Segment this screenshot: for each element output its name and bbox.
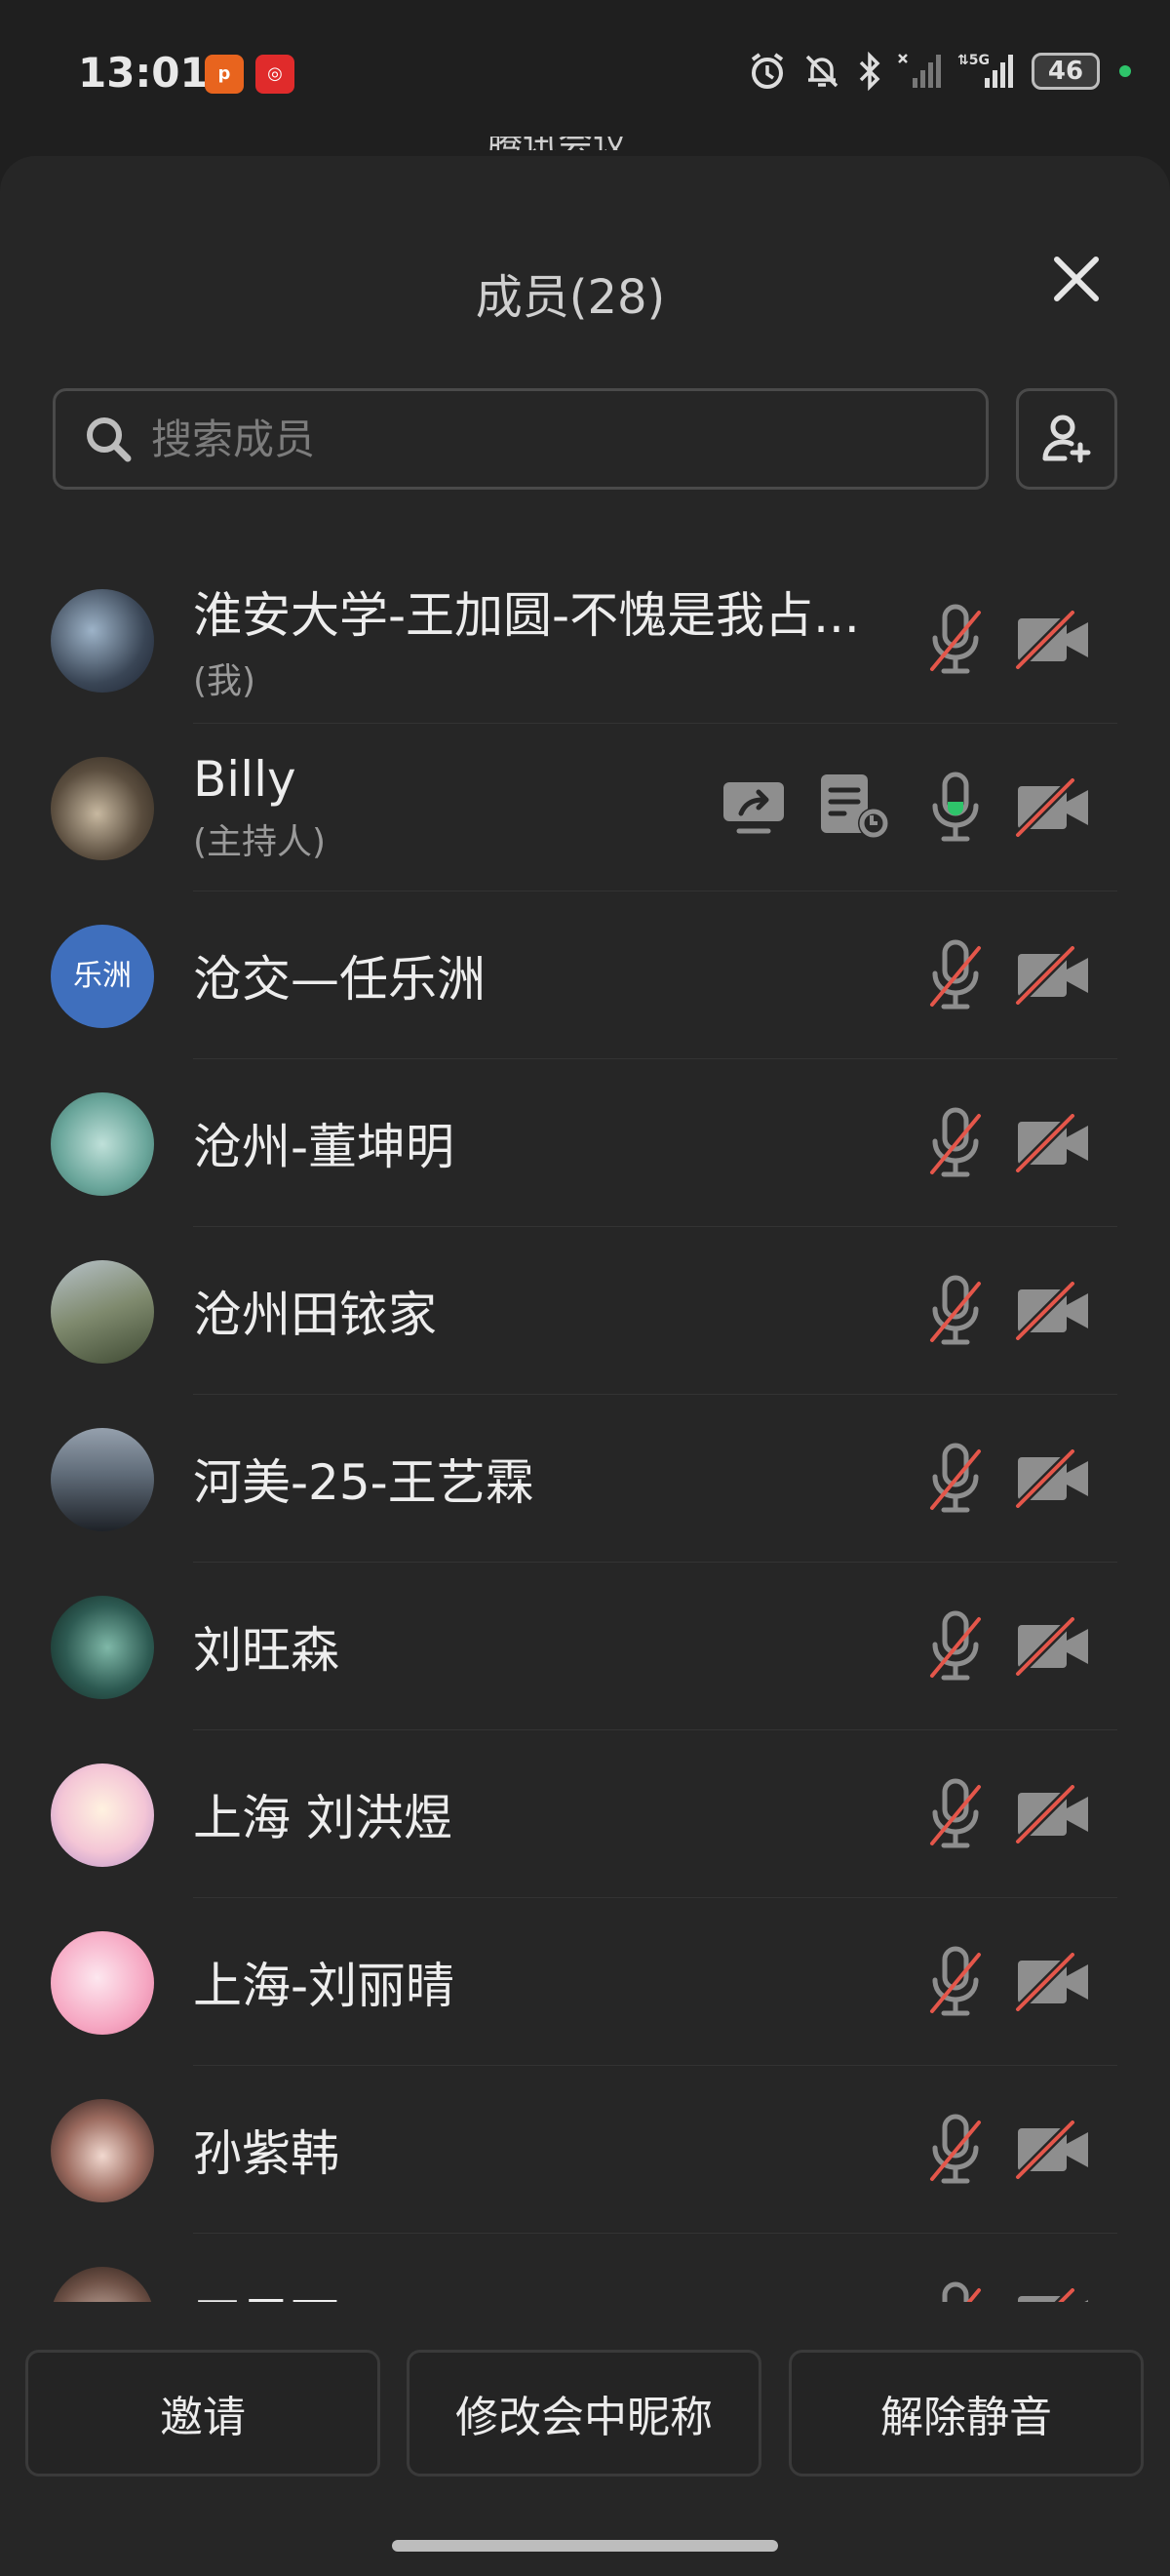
microphone-muted-icon[interactable] — [926, 2111, 985, 2189]
microphone-muted-icon[interactable] — [926, 1943, 985, 2021]
member-name: 王思雨 — [193, 2282, 339, 2302]
avatar — [51, 757, 154, 860]
signal-x-icon — [898, 54, 941, 88]
members-sheet: 成员(28) 淮安大学-王加圆-不愧是我占...(我)Billy(主持人)乐洲沧… — [0, 156, 1170, 2576]
member-row[interactable]: 上海 刘洪煜 — [0, 1730, 1170, 1898]
bell-off-icon — [805, 55, 838, 88]
member-name: 上海 刘洪煜 — [193, 1790, 452, 1846]
bluetooth-icon — [859, 51, 880, 92]
member-name: Billy — [193, 751, 296, 808]
microphone-muted-icon[interactable] — [926, 1440, 985, 1518]
member-name: 淮安大学-王加圆-不愧是我占... — [193, 587, 860, 644]
member-row[interactable]: 沧州-董坤明 — [0, 1059, 1170, 1227]
avatar — [51, 1428, 154, 1531]
microphone-muted-icon[interactable] — [926, 2279, 985, 2302]
member-name: 沧州田铱家 — [193, 1287, 437, 1343]
pdd-app-icon: p — [205, 55, 244, 94]
add-user-icon — [1042, 415, 1091, 463]
member-name-block: 淮安大学-王加圆-不愧是我占... (我) — [193, 556, 860, 724]
member-row[interactable]: 沧州田铱家 — [0, 1227, 1170, 1395]
background-app-title: 腾讯会议 — [488, 137, 682, 150]
member-row[interactable]: 乐洲 沧交—任乐洲 — [0, 892, 1170, 1059]
microphone-muted-icon[interactable] — [926, 936, 985, 1014]
member-row[interactable]: 王思雨 — [0, 2234, 1170, 2302]
status-icons: ⇅5G 46 — [747, 47, 1131, 96]
netease-music-icon: ◎ — [255, 55, 294, 94]
privacy-indicator-dot — [1119, 65, 1131, 77]
microphone-muted-icon[interactable] — [926, 601, 985, 679]
signal-5g-icon: ⇅5G — [957, 53, 1013, 88]
member-name-block: 沧州田铱家 — [193, 1227, 437, 1395]
avatar — [51, 589, 154, 693]
camera-off-icon[interactable] — [1014, 1783, 1092, 1845]
avatar — [51, 2099, 154, 2202]
camera-off-icon[interactable] — [1014, 609, 1092, 671]
microphone-muted-icon[interactable] — [926, 1607, 985, 1685]
search-box[interactable] — [53, 388, 989, 490]
avatar — [51, 1092, 154, 1196]
avatar: 乐洲 — [51, 925, 154, 1028]
camera-off-icon[interactable] — [1014, 2119, 1092, 2181]
screen-share-icon — [722, 778, 786, 837]
member-name: 沧交—任乐洲 — [193, 951, 486, 1008]
camera-off-icon[interactable] — [1014, 2286, 1092, 2302]
camera-off-icon[interactable] — [1014, 1447, 1092, 1510]
member-name: 上海-刘丽晴 — [193, 1958, 455, 2014]
member-name-block: Billy (主持人) — [193, 724, 326, 892]
status-time: 13:01 — [78, 49, 209, 97]
member-row[interactable]: 上海-刘丽晴 — [0, 1898, 1170, 2066]
add-member-button[interactable] — [1016, 388, 1117, 490]
close-button[interactable] — [1047, 250, 1106, 308]
camera-off-icon[interactable] — [1014, 1951, 1092, 2013]
member-role-label: (主持人) — [193, 822, 327, 862]
member-role-label: (我) — [193, 661, 256, 701]
close-icon — [1054, 257, 1099, 301]
camera-off-icon[interactable] — [1014, 944, 1092, 1007]
search-icon — [87, 417, 132, 462]
microphone-on-icon[interactable] — [926, 769, 985, 847]
member-list[interactable]: 淮安大学-王加圆-不愧是我占... (我) Billy (主持人) 乐洲 沧交—任乐洲 沧州… — [0, 556, 1170, 2302]
member-name: 河美-25-王艺霖 — [193, 1454, 534, 1511]
home-indicator[interactable] — [392, 2540, 778, 2552]
bottom-action-bar: 邀请 修改会中昵称 解除静音 — [0, 2336, 1170, 2477]
svg-text:⇅5G: ⇅5G — [957, 53, 990, 68]
camera-off-icon[interactable] — [1014, 1615, 1092, 1678]
member-name-block: 上海 刘洪煜 — [193, 1730, 452, 1898]
member-row[interactable]: Billy (主持人) — [0, 724, 1170, 892]
member-name: 刘旺森 — [193, 1622, 339, 1679]
avatar — [51, 1596, 154, 1699]
member-name-block: 沧交—任乐洲 — [193, 892, 486, 1059]
alarm-icon — [751, 53, 784, 89]
avatar — [51, 1764, 154, 1867]
microphone-muted-icon[interactable] — [926, 1272, 985, 1350]
member-name-block: 王思雨 — [193, 2234, 339, 2302]
status-bar: 13:01 p ◎ ⇅5G 46 腾讯会议 — [0, 0, 1170, 150]
camera-off-icon[interactable] — [1014, 1112, 1092, 1174]
camera-off-icon[interactable] — [1014, 776, 1092, 839]
member-name-block: 上海-刘丽晴 — [193, 1898, 454, 2066]
member-name-block: 沧州-董坤明 — [193, 1059, 454, 1227]
member-name-block: 刘旺森 — [193, 1563, 339, 1730]
invite-button[interactable]: 邀请 — [25, 2350, 380, 2477]
document-icon — [819, 773, 893, 843]
rename-nickname-button[interactable]: 修改会中昵称 — [407, 2350, 761, 2477]
battery-indicator: 46 — [1032, 53, 1100, 90]
avatar — [51, 2267, 154, 2302]
member-row[interactable]: 刘旺森 — [0, 1563, 1170, 1730]
member-row[interactable]: 河美-25-王艺霖 — [0, 1395, 1170, 1563]
avatar — [51, 1931, 154, 2035]
member-row[interactable]: 孙紫韩 — [0, 2066, 1170, 2234]
member-row[interactable]: 淮安大学-王加圆-不愧是我占... (我) — [0, 556, 1170, 724]
member-name: 孙紫韩 — [193, 2125, 339, 2182]
member-name-block: 河美-25-王艺霖 — [193, 1395, 534, 1563]
member-name-block: 孙紫韩 — [193, 2066, 339, 2234]
microphone-muted-icon[interactable] — [926, 1104, 985, 1182]
unmute-button[interactable]: 解除静音 — [789, 2350, 1144, 2477]
search-input[interactable] — [151, 415, 970, 463]
sheet-title: 成员(28) — [475, 270, 666, 325]
microphone-muted-icon[interactable] — [926, 1775, 985, 1853]
camera-off-icon[interactable] — [1014, 1280, 1092, 1342]
member-name: 沧州-董坤明 — [193, 1119, 455, 1175]
avatar — [51, 1260, 154, 1364]
